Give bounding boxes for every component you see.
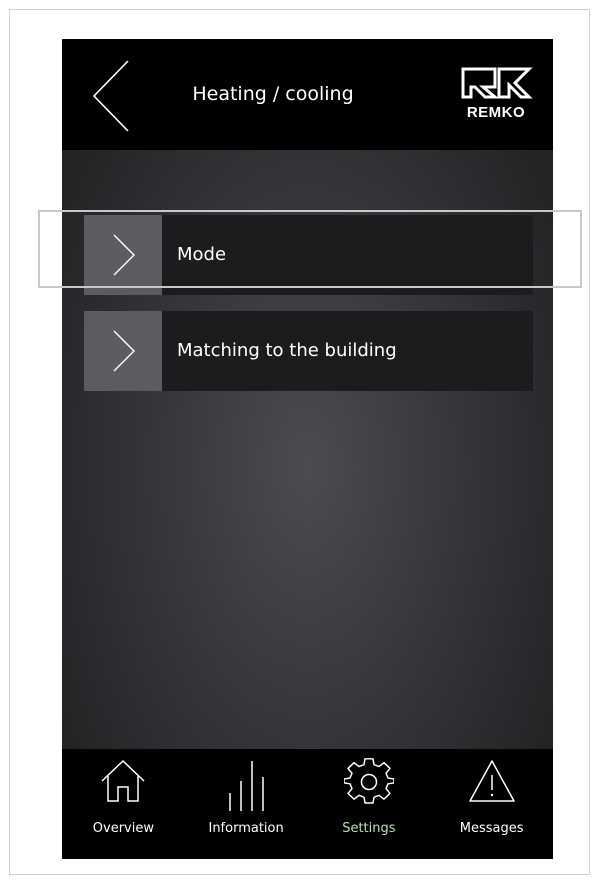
back-button[interactable] <box>90 57 140 135</box>
nav-item-overview[interactable]: Overview <box>62 749 185 859</box>
nav-label: Information <box>208 821 284 836</box>
page-title: Heating / cooling <box>192 83 354 105</box>
menu-item-mode[interactable]: Mode <box>84 215 533 295</box>
app-screen: Heating / cooling REMKO Mode Matching to… <box>62 39 553 859</box>
nav-label: Messages <box>459 821 524 836</box>
menu-item-chevron-box <box>84 215 162 295</box>
warning-icon <box>468 760 515 802</box>
nav-item-messages[interactable]: Messages <box>430 749 553 859</box>
menu-item-chevron-box <box>84 311 162 391</box>
menu-item-matching-building[interactable]: Matching to the building <box>84 311 533 391</box>
nav-label: Overview <box>92 821 154 836</box>
chevron-right-icon <box>113 330 135 372</box>
remko-logo: REMKO <box>459 63 533 123</box>
menu-item-label: Mode <box>177 244 227 265</box>
chevron-left-icon <box>92 60 129 132</box>
gear-icon <box>343 758 394 804</box>
home-icon <box>101 759 145 802</box>
chevron-right-icon <box>113 234 135 276</box>
menu-item-label: Matching to the building <box>177 340 397 361</box>
nav-item-settings[interactable]: Settings <box>308 749 431 859</box>
bottom-navigation: Overview Information Settings Messages <box>62 749 553 859</box>
header-bar: Heating / cooling REMKO <box>62 39 553 150</box>
logo-text: REMKO <box>467 104 525 121</box>
bar-chart-icon <box>229 761 264 811</box>
nav-label: Settings <box>342 821 396 836</box>
nav-item-information[interactable]: Information <box>185 749 308 859</box>
